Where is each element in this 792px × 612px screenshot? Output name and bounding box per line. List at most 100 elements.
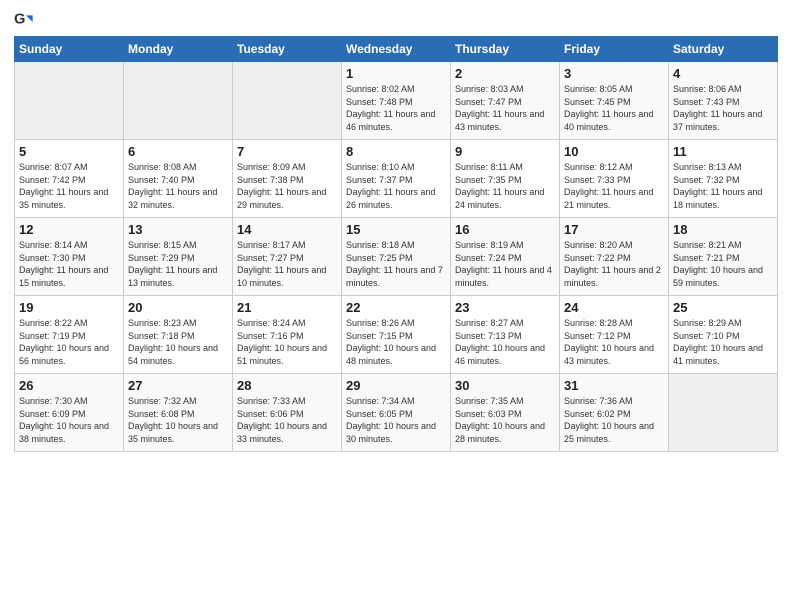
day-info: Sunrise: 8:24 AMSunset: 7:16 PMDaylight:…	[237, 317, 337, 367]
day-info: Sunrise: 8:06 AMSunset: 7:43 PMDaylight:…	[673, 83, 773, 133]
day-info: Sunrise: 8:17 AMSunset: 7:27 PMDaylight:…	[237, 239, 337, 289]
day-cell: 18Sunrise: 8:21 AMSunset: 7:21 PMDayligh…	[669, 218, 778, 296]
day-number: 26	[19, 378, 119, 393]
day-number: 19	[19, 300, 119, 315]
day-number: 27	[128, 378, 228, 393]
day-number: 28	[237, 378, 337, 393]
day-info: Sunrise: 8:27 AMSunset: 7:13 PMDaylight:…	[455, 317, 555, 367]
day-number: 16	[455, 222, 555, 237]
day-cell: 24 Sunrise: 8:28 AMSunset: 7:12 PMDayligh…	[560, 296, 669, 374]
day-info: Sunrise: 7:33 AMSunset: 6:06 PMDaylight:…	[237, 395, 337, 445]
day-cell: 11 Sunrise: 8:13 AMSunset: 7:32 PMDayligh…	[669, 140, 778, 218]
week-row-1: 1 Sunrise: 8:02 AMSunset: 7:48 PMDaylight…	[15, 62, 778, 140]
day-number: 11	[673, 144, 773, 159]
day-info: Sunrise: 8:21 AMSunset: 7:21 PMDaylight:…	[673, 239, 773, 289]
day-cell: 2 Sunrise: 8:03 AMSunset: 7:47 PMDaylight…	[451, 62, 560, 140]
day-number: 25	[673, 300, 773, 315]
day-number: 21	[237, 300, 337, 315]
day-info: Sunrise: 8:23 AMSunset: 7:18 PMDaylight:…	[128, 317, 228, 367]
day-cell: 22Sunrise: 8:26 AMSunset: 7:15 PMDayligh…	[342, 296, 451, 374]
day-number: 4	[673, 66, 773, 81]
day-info: Sunrise: 7:35 AMSunset: 6:03 PMDaylight:…	[455, 395, 555, 445]
day-info: Sunrise: 8:05 AMSunset: 7:45 PMDaylight:…	[564, 83, 664, 133]
header: G	[14, 10, 778, 30]
day-cell: 5Sunrise: 8:07 AMSunset: 7:42 PMDaylight…	[15, 140, 124, 218]
day-number: 7	[237, 144, 337, 159]
col-header-saturday: Saturday	[669, 37, 778, 62]
day-info: Sunrise: 8:14 AMSunset: 7:30 PMDaylight:…	[19, 239, 119, 289]
week-row-2: 5Sunrise: 8:07 AMSunset: 7:42 PMDaylight…	[15, 140, 778, 218]
day-info: Sunrise: 8:22 AMSunset: 7:19 PMDaylight:…	[19, 317, 119, 367]
day-info: Sunrise: 7:36 AMSunset: 6:02 PMDaylight:…	[564, 395, 664, 445]
day-cell	[15, 62, 124, 140]
day-cell: 17 Sunrise: 8:20 AMSunset: 7:22 PMDayligh…	[560, 218, 669, 296]
calendar-page: G SundayMondayTuesdayWednesdayThursdayFr…	[0, 0, 792, 612]
day-info: Sunrise: 8:15 AMSunset: 7:29 PMDaylight:…	[128, 239, 228, 289]
day-cell	[124, 62, 233, 140]
day-cell: 13Sunrise: 8:15 AMSunset: 7:29 PMDayligh…	[124, 218, 233, 296]
col-header-wednesday: Wednesday	[342, 37, 451, 62]
day-number: 17	[564, 222, 664, 237]
calendar-header-row: SundayMondayTuesdayWednesdayThursdayFrid…	[15, 37, 778, 62]
day-cell: 29Sunrise: 7:34 AMSunset: 6:05 PMDayligh…	[342, 374, 451, 452]
day-info: Sunrise: 7:32 AMSunset: 6:08 PMDaylight:…	[128, 395, 228, 445]
day-number: 1	[346, 66, 446, 81]
day-info: Sunrise: 8:11 AMSunset: 7:35 PMDaylight:…	[455, 161, 555, 211]
day-number: 31	[564, 378, 664, 393]
day-cell: 9 Sunrise: 8:11 AMSunset: 7:35 PMDaylight…	[451, 140, 560, 218]
day-info: Sunrise: 8:13 AMSunset: 7:32 PMDaylight:…	[673, 161, 773, 211]
week-row-5: 26 Sunrise: 7:30 AMSunset: 6:09 PMDayligh…	[15, 374, 778, 452]
day-cell: 1 Sunrise: 8:02 AMSunset: 7:48 PMDaylight…	[342, 62, 451, 140]
day-number: 2	[455, 66, 555, 81]
day-info: Sunrise: 8:07 AMSunset: 7:42 PMDaylight:…	[19, 161, 119, 211]
day-cell: 15 Sunrise: 8:18 AMSunset: 7:25 PMDayligh…	[342, 218, 451, 296]
day-cell: 19 Sunrise: 8:22 AMSunset: 7:19 PMDayligh…	[15, 296, 124, 374]
logo: G	[14, 10, 38, 30]
col-header-tuesday: Tuesday	[233, 37, 342, 62]
day-number: 30	[455, 378, 555, 393]
day-cell: 8Sunrise: 8:10 AMSunset: 7:37 PMDaylight…	[342, 140, 451, 218]
day-info: Sunrise: 8:19 AMSunset: 7:24 PMDaylight:…	[455, 239, 555, 289]
day-cell: 30 Sunrise: 7:35 AMSunset: 6:03 PMDayligh…	[451, 374, 560, 452]
day-cell: 26 Sunrise: 7:30 AMSunset: 6:09 PMDayligh…	[15, 374, 124, 452]
day-info: Sunrise: 8:29 AMSunset: 7:10 PMDaylight:…	[673, 317, 773, 367]
day-number: 15	[346, 222, 446, 237]
day-cell: 6 Sunrise: 8:08 AMSunset: 7:40 PMDaylight…	[124, 140, 233, 218]
day-cell: 12Sunrise: 8:14 AMSunset: 7:30 PMDayligh…	[15, 218, 124, 296]
col-header-thursday: Thursday	[451, 37, 560, 62]
day-number: 20	[128, 300, 228, 315]
day-info: Sunrise: 8:08 AMSunset: 7:40 PMDaylight:…	[128, 161, 228, 211]
day-info: Sunrise: 8:20 AMSunset: 7:22 PMDaylight:…	[564, 239, 664, 289]
day-number: 3	[564, 66, 664, 81]
calendar-table: SundayMondayTuesdayWednesdayThursdayFrid…	[14, 36, 778, 452]
day-cell: 20 Sunrise: 8:23 AMSunset: 7:18 PMDayligh…	[124, 296, 233, 374]
day-number: 14	[237, 222, 337, 237]
col-header-sunday: Sunday	[15, 37, 124, 62]
day-cell: 16 Sunrise: 8:19 AMSunset: 7:24 PMDayligh…	[451, 218, 560, 296]
col-header-monday: Monday	[124, 37, 233, 62]
week-row-3: 12Sunrise: 8:14 AMSunset: 7:30 PMDayligh…	[15, 218, 778, 296]
day-info: Sunrise: 7:30 AMSunset: 6:09 PMDaylight:…	[19, 395, 119, 445]
day-info: Sunrise: 8:18 AMSunset: 7:25 PMDaylight:…	[346, 239, 446, 289]
week-row-4: 19 Sunrise: 8:22 AMSunset: 7:19 PMDayligh…	[15, 296, 778, 374]
day-number: 24	[564, 300, 664, 315]
day-cell: 4 Sunrise: 8:06 AMSunset: 7:43 PMDaylight…	[669, 62, 778, 140]
day-cell: 10Sunrise: 8:12 AMSunset: 7:33 PMDayligh…	[560, 140, 669, 218]
day-info: Sunrise: 8:26 AMSunset: 7:15 PMDaylight:…	[346, 317, 446, 367]
day-cell: 25 Sunrise: 8:29 AMSunset: 7:10 PMDayligh…	[669, 296, 778, 374]
day-number: 9	[455, 144, 555, 159]
day-cell: 7Sunrise: 8:09 AMSunset: 7:38 PMDaylight…	[233, 140, 342, 218]
col-header-friday: Friday	[560, 37, 669, 62]
day-cell: 21 Sunrise: 8:24 AMSunset: 7:16 PMDayligh…	[233, 296, 342, 374]
logo-icon: G	[14, 10, 34, 30]
day-cell: 31 Sunrise: 7:36 AMSunset: 6:02 PMDayligh…	[560, 374, 669, 452]
day-number: 6	[128, 144, 228, 159]
day-number: 8	[346, 144, 446, 159]
day-info: Sunrise: 8:02 AMSunset: 7:48 PMDaylight:…	[346, 83, 446, 133]
day-info: Sunrise: 8:03 AMSunset: 7:47 PMDaylight:…	[455, 83, 555, 133]
svg-text:G: G	[14, 11, 25, 27]
day-number: 23	[455, 300, 555, 315]
day-info: Sunrise: 8:28 AMSunset: 7:12 PMDaylight:…	[564, 317, 664, 367]
day-cell: 27 Sunrise: 7:32 AMSunset: 6:08 PMDayligh…	[124, 374, 233, 452]
day-number: 10	[564, 144, 664, 159]
